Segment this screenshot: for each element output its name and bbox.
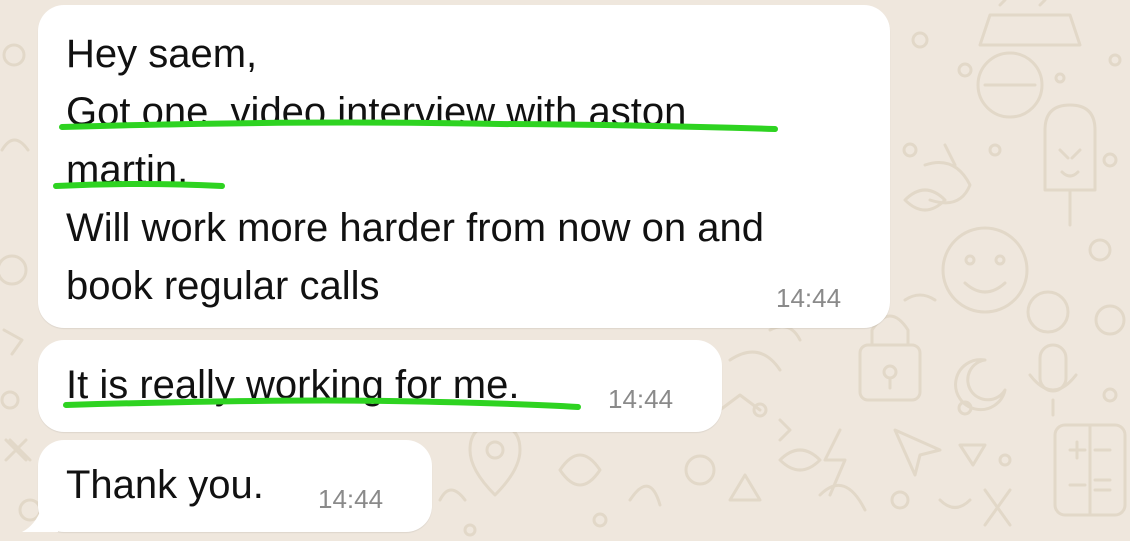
message-text-line: book regular calls [66, 264, 380, 308]
message-bubble[interactable]: Hey saem, Got one video interview with a… [38, 5, 890, 328]
message-text-line: Got one video interview with aston [66, 90, 687, 134]
message-bubble[interactable]: It is really working for me. 14:44 [38, 340, 722, 432]
cake-icon [978, 0, 1082, 47]
chili-icon [923, 161, 972, 205]
lock-icon [858, 343, 922, 402]
smiley-icon [941, 226, 1029, 314]
message-text-line: martin. [66, 148, 189, 192]
message-text-line: Thank you. [66, 463, 264, 507]
popsicle-icon [1043, 103, 1097, 227]
location-pin-icon [468, 423, 522, 497]
message-timestamp: 14:44 [318, 484, 384, 514]
bubble-tail [22, 500, 58, 532]
message-text-line: It is really working for me. [66, 363, 520, 407]
message-text-line: Will work more harder from now on and [66, 206, 765, 250]
message-text-line: Hey saem, [66, 32, 258, 76]
message-bubble[interactable]: Thank you. 14:44 [38, 440, 432, 532]
message-timestamp: 14:44 [608, 384, 674, 414]
microphone-icon [1038, 343, 1068, 393]
message-timestamp: 14:44 [776, 283, 842, 313]
